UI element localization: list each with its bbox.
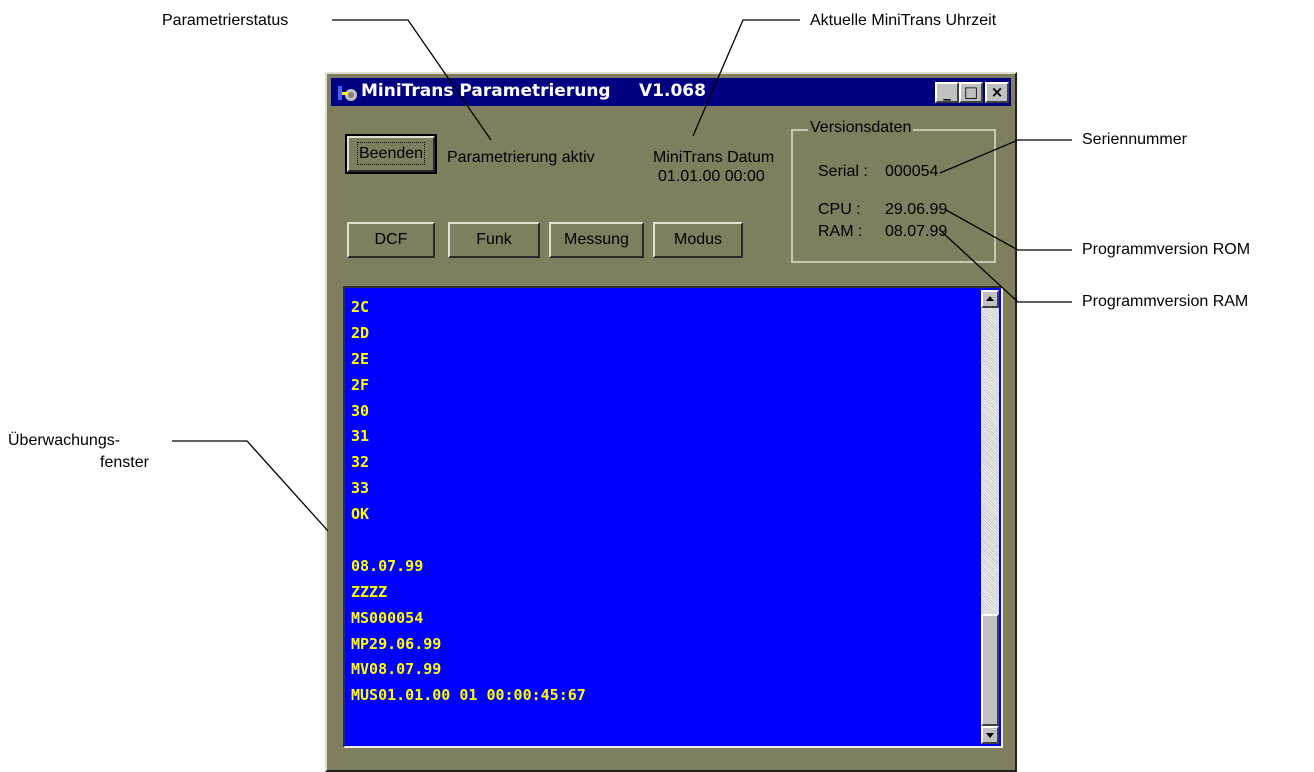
leader-rom <box>945 209 1072 251</box>
leader-param-status <box>332 19 492 141</box>
callout-leader-lines <box>172 19 1072 532</box>
leader-monitor <box>172 440 329 532</box>
leader-clock <box>692 19 800 137</box>
leader-serial <box>939 139 1072 174</box>
leader-ram <box>941 231 1072 303</box>
